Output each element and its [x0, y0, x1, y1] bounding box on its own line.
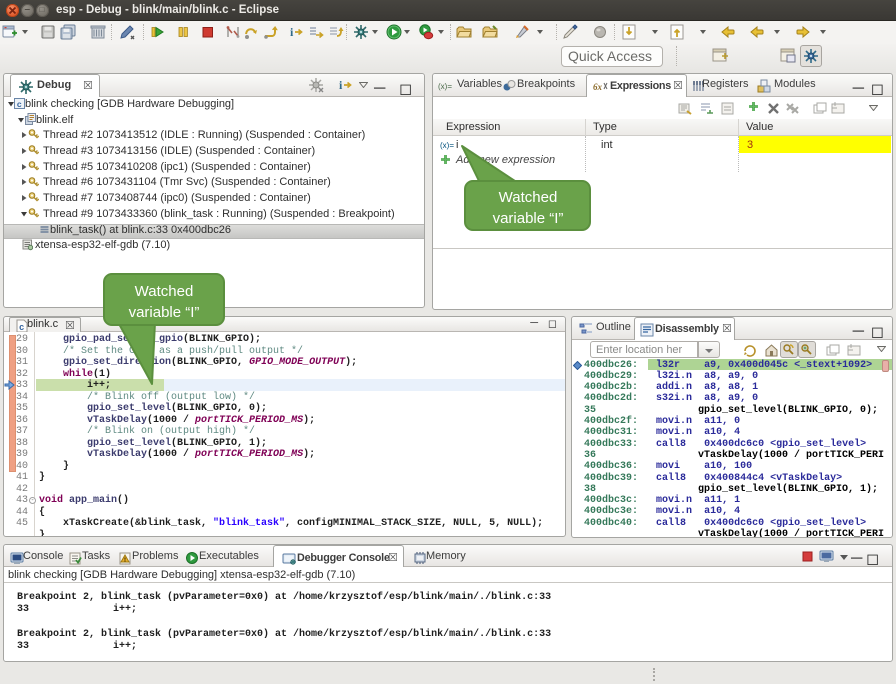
- svg-text:variable “I”: variable “I”: [129, 304, 200, 321]
- svg-text:(x)=: (x)=: [438, 82, 452, 91]
- svg-text:variable “I”: variable “I”: [493, 210, 564, 227]
- svg-text:i: i: [290, 25, 294, 39]
- svg-text:Watched: Watched: [135, 283, 194, 300]
- svg-text:6x: 6x: [593, 82, 603, 92]
- svg-text:c: c: [17, 100, 22, 110]
- svg-text:Watched: Watched: [499, 189, 558, 206]
- svg-text:i: i: [339, 78, 343, 92]
